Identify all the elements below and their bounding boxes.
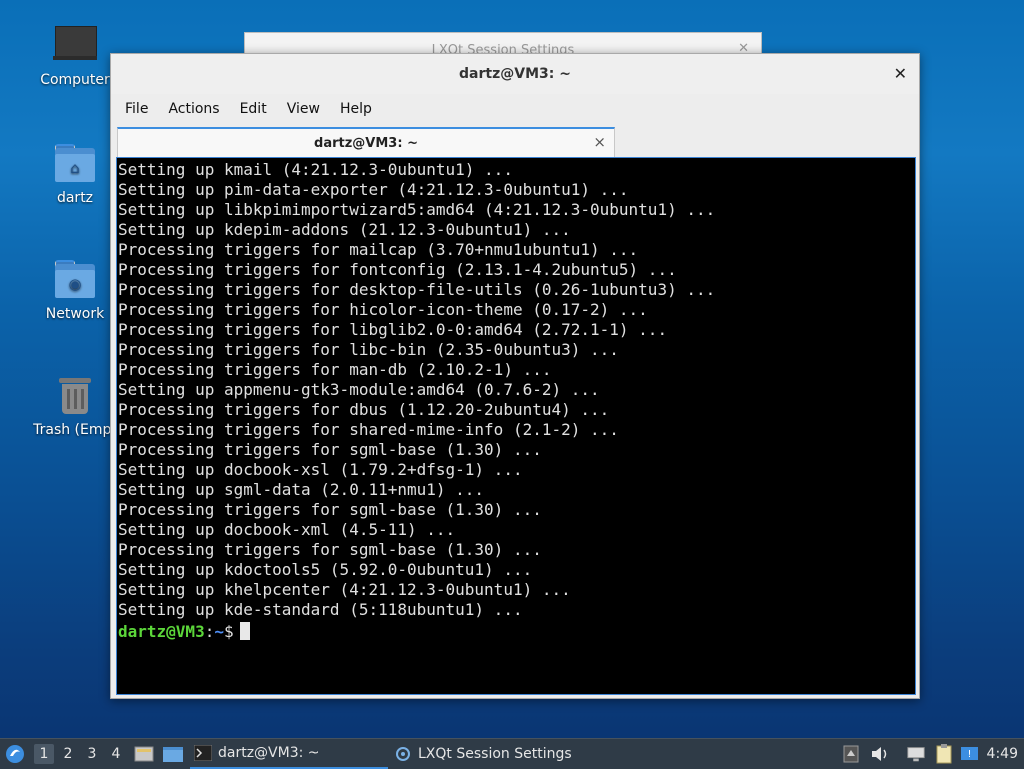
terminal-line: Processing triggers for sgml-base (1.30)…: [118, 440, 542, 459]
terminal-prompt: dartz@VM3:~$: [117, 620, 915, 642]
prompt-symbol: $: [223, 622, 234, 641]
terminal-line: Setting up kmail (4:21.12.3-0ubuntu1) ..…: [118, 160, 513, 179]
terminal-line: Setting up docbook-xml (4.5-11) ...: [118, 520, 456, 539]
terminal-line: Setting up sgml-data (2.0.11+nmu1) ...: [118, 480, 485, 499]
clipboard-icon[interactable]: [934, 744, 954, 764]
terminal-line: Processing triggers for libglib2.0-0:amd…: [118, 320, 668, 339]
terminal-line: Processing triggers for desktop-file-uti…: [118, 280, 716, 299]
desktop-icon-home[interactable]: ⌂ dartz: [30, 142, 120, 206]
terminal-line: Processing triggers for dbus (1.12.20-2u…: [118, 400, 610, 419]
title-bar[interactable]: dartz@VM3: ~ ✕: [111, 54, 919, 94]
home-folder-icon: ⌂: [53, 142, 97, 186]
terminal-line: Setting up pim-data-exporter (4:21.12.3-…: [118, 180, 629, 199]
workspace-1[interactable]: 1: [34, 744, 54, 764]
task-label: LXQt Session Settings: [418, 746, 572, 762]
workspace-4[interactable]: 4: [106, 744, 126, 764]
terminal-line: Processing triggers for sgml-base (1.30)…: [118, 500, 542, 519]
terminal-text: Setting up kmail (4:21.12.3-0ubuntu1) ..…: [117, 158, 915, 620]
desktop-icon-label: Computer: [40, 72, 110, 88]
workspace-3[interactable]: 3: [82, 744, 102, 764]
clock[interactable]: 4:49: [987, 739, 1018, 769]
terminal-line: Processing triggers for shared-mime-info…: [118, 420, 619, 439]
terminal-output[interactable]: Setting up kmail (4:21.12.3-0ubuntu1) ..…: [116, 157, 916, 695]
file-manager-icon[interactable]: [162, 744, 184, 764]
start-menu-button[interactable]: [5, 739, 27, 769]
terminal-line: Processing triggers for mailcap (3.70+nm…: [118, 240, 639, 259]
menu-actions[interactable]: Actions: [168, 101, 219, 117]
svg-text:!: !: [967, 749, 971, 760]
window-title: dartz@VM3: ~: [459, 66, 571, 82]
terminal-line: Setting up khelpcenter (4:21.12.3-0ubunt…: [118, 580, 571, 599]
desktop-icon-label: Network: [45, 306, 105, 322]
desktop-icon-computer[interactable]: Computer: [30, 24, 120, 88]
trash-icon: [53, 374, 97, 418]
menu-bar: File Actions Edit View Help: [111, 94, 919, 124]
close-icon[interactable]: ✕: [894, 64, 907, 83]
tab-close-icon[interactable]: ×: [593, 133, 606, 151]
task-session-settings[interactable]: LXQt Session Settings: [390, 739, 594, 769]
terminal-line: Processing triggers for fontconfig (2.13…: [118, 260, 677, 279]
menu-edit[interactable]: Edit: [240, 101, 267, 117]
tab-label: dartz@VM3: ~: [314, 136, 418, 151]
notification-icon[interactable]: !: [960, 744, 980, 764]
menu-help[interactable]: Help: [340, 101, 372, 117]
show-desktop-icon[interactable]: [134, 744, 154, 764]
desktop-icon-label: dartz: [56, 190, 94, 206]
tab-terminal[interactable]: dartz@VM3: ~ ×: [117, 127, 615, 157]
task-terminal[interactable]: dartz@VM3: ~: [190, 739, 388, 769]
terminal-window[interactable]: dartz@VM3: ~ ✕ File Actions Edit View He…: [110, 53, 920, 699]
desktop-icon-network[interactable]: ◉ Network: [30, 258, 120, 322]
terminal-line: Processing triggers for sgml-base (1.30)…: [118, 540, 542, 559]
task-label: dartz@VM3: ~: [218, 745, 320, 761]
terminal-line: Setting up kdoctools5 (5.92.0-0ubuntu1) …: [118, 560, 533, 579]
network-tray-icon[interactable]: [906, 744, 926, 764]
prompt-path: ~: [214, 622, 224, 641]
menu-file[interactable]: File: [125, 101, 148, 117]
tab-bar: dartz@VM3: ~ ×: [111, 124, 919, 157]
terminal-line: Processing triggers for hicolor-icon-the…: [118, 300, 648, 319]
settings-icon: [396, 747, 410, 761]
terminal-line: Setting up appmenu-gtk3-module:amd64 (0.…: [118, 380, 600, 399]
computer-icon: [53, 24, 97, 68]
desktop-icon-trash[interactable]: Trash (Empt: [30, 374, 120, 438]
terminal-line: Setting up kde-standard (5:118ubuntu1) .…: [118, 600, 523, 619]
lxqt-logo-icon: [6, 745, 24, 763]
menu-view[interactable]: View: [287, 101, 320, 117]
terminal-line: Setting up libkpimimportwizard5:amd64 (4…: [118, 200, 716, 219]
terminal-line: Setting up docbook-xsl (1.79.2+dfsg-1) .…: [118, 460, 523, 479]
workspace-2[interactable]: 2: [58, 744, 78, 764]
volume-icon[interactable]: [870, 744, 890, 764]
text-cursor: [239, 622, 250, 640]
taskbar: 1 2 3 4 dartz@VM3: ~ LXQt Session Settin…: [0, 738, 1024, 769]
prompt-user: dartz@VM3: [118, 622, 205, 641]
terminal-line: Processing triggers for man-db (2.10.2-1…: [118, 360, 552, 379]
terminal-line: Setting up kdepim-addons (21.12.3-0ubunt…: [118, 220, 571, 239]
prompt-separator: :: [204, 622, 215, 641]
network-folder-icon: ◉: [53, 258, 97, 302]
terminal-icon: [194, 745, 212, 761]
tray-up-arrow-icon[interactable]: [842, 744, 862, 764]
terminal-line: Processing triggers for libc-bin (2.35-0…: [118, 340, 619, 359]
desktop-icon-label: Trash (Empt: [33, 422, 117, 438]
